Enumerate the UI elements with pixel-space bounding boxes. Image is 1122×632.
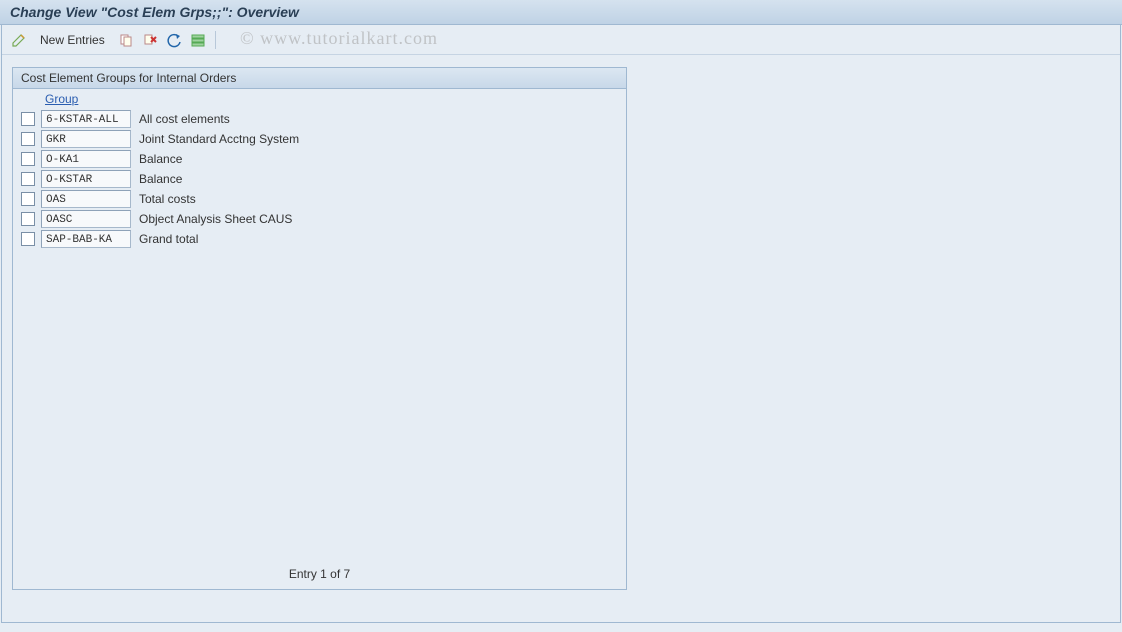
- table-row: GKR Joint Standard Acctng System: [21, 129, 618, 149]
- group-description: Total costs: [137, 192, 196, 206]
- row-select-checkbox[interactable]: [21, 232, 35, 246]
- undo-change-icon[interactable]: [165, 31, 183, 49]
- row-select-checkbox[interactable]: [21, 172, 35, 186]
- toggle-display-change-icon[interactable]: [10, 31, 28, 49]
- table-row: OAS Total costs: [21, 189, 618, 209]
- toolbar-separator: [215, 31, 216, 49]
- table-row: OASC Object Analysis Sheet CAUS: [21, 209, 618, 229]
- group-description: Balance: [137, 172, 182, 186]
- row-select-checkbox[interactable]: [21, 152, 35, 166]
- row-select-checkbox[interactable]: [21, 112, 35, 126]
- main-frame: New Entries © www.tutorialkart.com Cost …: [1, 25, 1121, 623]
- page-title-text: Change View "Cost Elem Grps;;": Overview: [10, 4, 299, 20]
- group-code-field[interactable]: OASC: [41, 210, 131, 228]
- group-code-field[interactable]: 6-KSTAR-ALL: [41, 110, 131, 128]
- table-row: 6-KSTAR-ALL All cost elements: [21, 109, 618, 129]
- group-code-field[interactable]: OAS: [41, 190, 131, 208]
- row-select-checkbox[interactable]: [21, 212, 35, 226]
- group-description: Joint Standard Acctng System: [137, 132, 299, 146]
- rows-container: 6-KSTAR-ALL All cost elements GKR Joint Sta…: [13, 109, 626, 249]
- group-description: Grand total: [137, 232, 198, 246]
- column-header-row: Group: [13, 89, 626, 109]
- entry-status: Entry 1 of 7: [13, 567, 626, 581]
- panel-cost-element-groups: Cost Element Groups for Internal Orders …: [12, 67, 627, 590]
- group-description: Balance: [137, 152, 182, 166]
- group-description: All cost elements: [137, 112, 230, 126]
- new-entries-button[interactable]: New Entries: [34, 31, 111, 49]
- delete-icon[interactable]: [141, 31, 159, 49]
- row-select-checkbox[interactable]: [21, 132, 35, 146]
- panel-body: Group 6-KSTAR-ALL All cost elements GKR Joi…: [13, 89, 626, 589]
- row-select-checkbox[interactable]: [21, 192, 35, 206]
- group-code-field[interactable]: O-KA1: [41, 150, 131, 168]
- content-area: Cost Element Groups for Internal Orders …: [2, 55, 1120, 602]
- select-all-icon[interactable]: [189, 31, 207, 49]
- group-description: Object Analysis Sheet CAUS: [137, 212, 292, 226]
- column-header-group[interactable]: Group: [45, 92, 78, 106]
- panel-header: Cost Element Groups for Internal Orders: [13, 68, 626, 89]
- group-code-field[interactable]: GKR: [41, 130, 131, 148]
- toolbar: New Entries: [2, 25, 1120, 55]
- page-title: Change View "Cost Elem Grps;;": Overview: [0, 0, 1122, 25]
- copy-as-icon[interactable]: [117, 31, 135, 49]
- table-row: SAP-BAB-KA Grand total: [21, 229, 618, 249]
- group-code-field[interactable]: SAP-BAB-KA: [41, 230, 131, 248]
- group-code-field[interactable]: O-KSTAR: [41, 170, 131, 188]
- table-row: O-KA1 Balance: [21, 149, 618, 169]
- table-row: O-KSTAR Balance: [21, 169, 618, 189]
